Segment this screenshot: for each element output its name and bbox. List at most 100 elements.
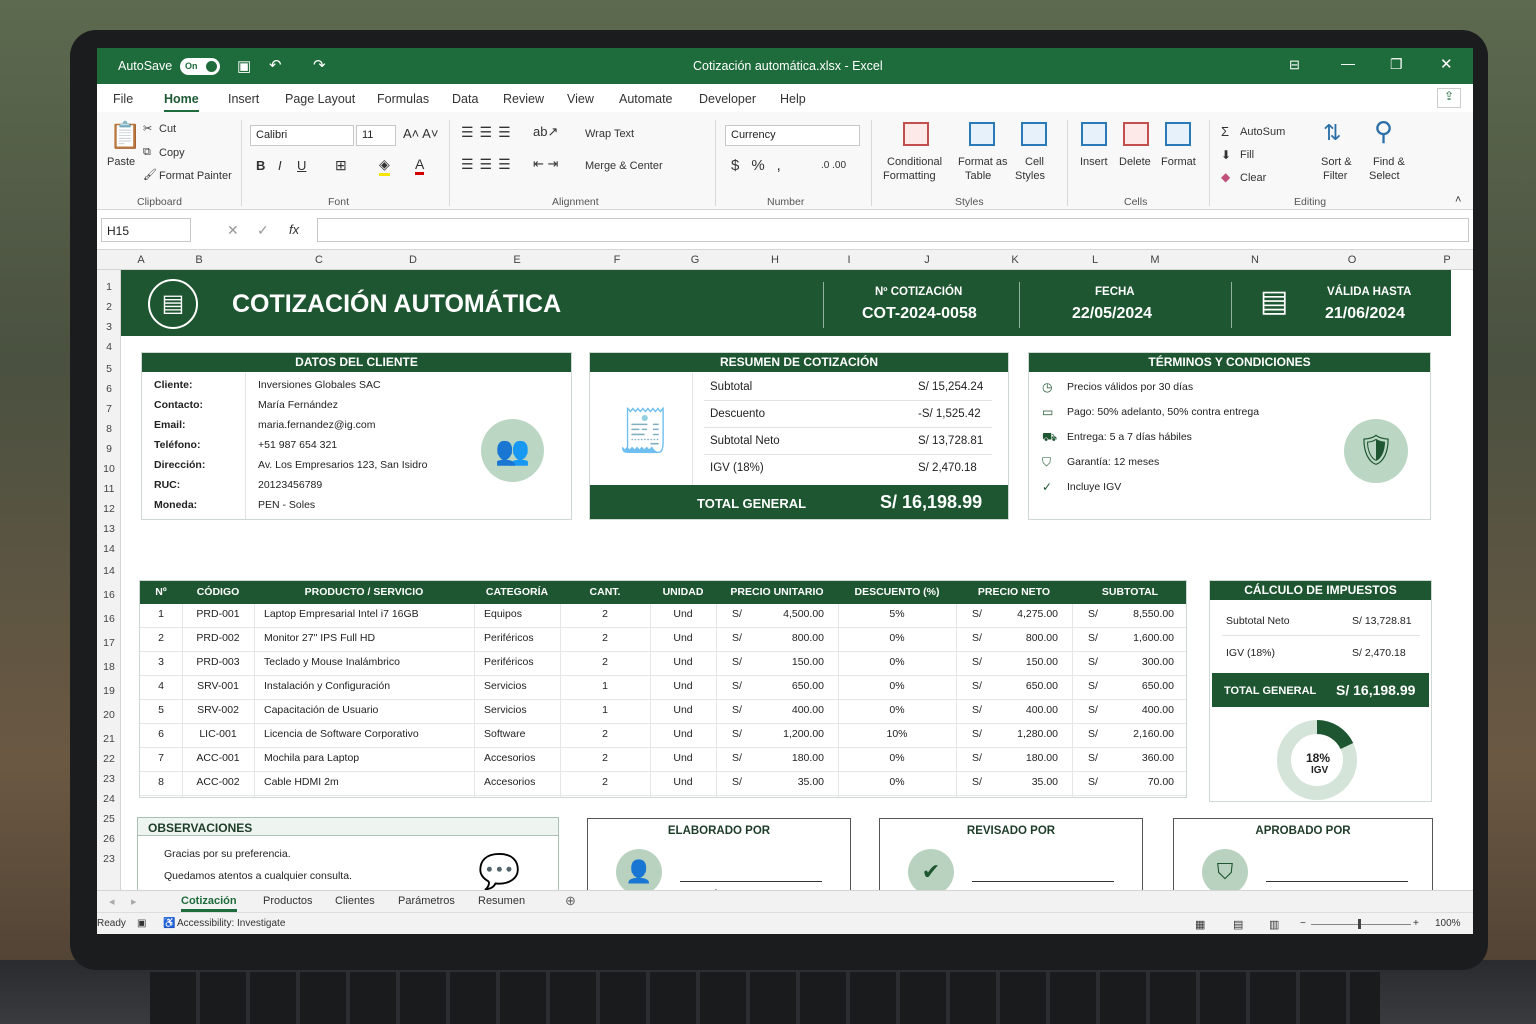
row-header[interactable]: 23 [97,853,121,865]
sort-filter-icon[interactable]: ⇅ [1323,120,1341,146]
row-header[interactable]: 13 [97,523,121,535]
align-top-icon[interactable]: ☰☰☰ [461,124,517,141]
row-header[interactable]: 19 [97,685,121,697]
tab-sheet-cotizacion[interactable]: Cotización [181,895,237,912]
zoom-in-icon[interactable]: + [1413,918,1419,929]
row-header[interactable]: 12 [97,503,121,515]
row-header[interactable]: 18 [97,661,121,673]
tab-sheet-resumen[interactable]: Resumen [478,895,525,907]
eraser-icon[interactable]: ◆ [1221,170,1230,184]
zoom-slider-thumb[interactable] [1358,919,1361,929]
accessibility-icon[interactable]: ♿ [163,918,175,929]
tab-formulas[interactable]: Formulas [377,92,429,106]
page-layout-icon[interactable]: ▤ [1233,918,1243,931]
add-sheet-icon[interactable]: ⊕ [565,893,576,909]
page-break-icon[interactable]: ▥ [1269,918,1279,931]
fill-icon[interactable]: ⬇ [1221,148,1231,162]
insert-function-icon[interactable]: fx [289,222,299,237]
sort-filter-button[interactable]: Sort & [1321,156,1352,168]
conditional-formatting-icon[interactable] [903,122,929,146]
name-box[interactable]: H15 [101,218,191,242]
row-header[interactable]: 17 [97,637,121,649]
row-header[interactable]: 21 [97,733,121,745]
wrap-text-button[interactable]: Wrap Text [585,128,634,140]
table-row[interactable]: 2 PRD-002 Monitor 27" IPS Full HD Periféric… [140,628,1186,652]
tab-sheet-productos[interactable]: Productos [263,895,313,907]
column-header[interactable]: D [403,254,423,266]
tab-automate[interactable]: Automate [619,92,673,106]
font-color-icon[interactable]: A [415,156,425,175]
accessibility-status[interactable]: Accessibility: Investigate [177,918,285,929]
table-row[interactable]: 6 LIC-001 Licencia de Software Corporativo… [140,724,1186,748]
merge-center-button[interactable]: Merge & Center [585,160,663,172]
tab-home[interactable]: Home [164,92,199,113]
table-row[interactable]: 8 ACC-002 Cable HDMI 2m Accesorios 2 Und 35.00… [140,772,1186,796]
row-header[interactable]: 26 [97,833,121,845]
prev-sheet-icon[interactable]: ◂ [109,895,115,908]
format-cells-icon[interactable] [1165,122,1191,146]
table-row[interactable]: 4 SRV-001 Instalación y Configuración Servi… [140,676,1186,700]
tab-data[interactable]: Data [452,92,478,106]
redo-icon[interactable]: ↷ [313,56,326,74]
minimize-icon[interactable]: — [1341,55,1355,71]
row-header[interactable]: 23 [97,773,121,785]
row-header[interactable]: 3 [97,321,121,333]
column-header[interactable]: H [765,254,785,266]
tab-view[interactable]: View [567,92,594,106]
column-header[interactable]: G [685,254,705,266]
orientation-icon[interactable]: ab↗ [533,124,558,140]
cut-icon[interactable]: ✂ [143,122,152,135]
column-header[interactable]: E [507,254,527,266]
format-painter-icon[interactable]: 🖌 [143,168,157,181]
row-header[interactable]: 4 [97,341,121,353]
row-header[interactable]: 16 [97,589,121,601]
row-header[interactable]: 16 [97,613,121,625]
format-table-icon[interactable] [969,122,995,146]
row-header[interactable]: 1 [97,281,121,293]
formula-input[interactable] [317,218,1469,242]
zoom-slider[interactable] [1311,924,1411,925]
copy-button[interactable]: Copy [159,147,185,159]
tab-file[interactable]: File [113,92,133,106]
align-left-icon[interactable]: ☰☰☰ [461,156,517,173]
number-format-box[interactable]: Currency [725,125,860,146]
insert-cells-icon[interactable] [1081,122,1107,146]
column-header[interactable]: L [1085,254,1105,266]
font-size-box[interactable]: 11 [356,125,396,146]
tab-review[interactable]: Review [503,92,544,106]
ribbon-display-icon[interactable]: ⊟ [1289,57,1300,73]
fill-button[interactable]: Fill [1240,149,1254,161]
tab-developer[interactable]: Developer [699,92,756,106]
row-header[interactable]: 6 [97,383,121,395]
find-select-icon[interactable]: ⚲ [1374,116,1393,147]
delete-cells-button[interactable]: Delete [1119,156,1151,168]
cut-button[interactable]: Cut [159,123,176,135]
font-name-box[interactable]: Calibri [250,125,354,146]
share-icon[interactable]: ⇪ [1437,88,1461,108]
next-sheet-icon[interactable]: ▸ [131,895,137,908]
row-header[interactable]: 8 [97,423,121,435]
row-header[interactable]: 14 [97,565,121,577]
row-header[interactable]: 7 [97,403,121,415]
save-icon[interactable]: ▣ [237,57,251,75]
autosum-button[interactable]: AutoSum [1240,126,1285,138]
paste-icon[interactable]: 📋 [109,120,141,151]
row-header[interactable]: 2 [97,301,121,313]
autosum-icon[interactable]: Σ [1221,124,1229,139]
table-row[interactable]: 3 PRD-003 Teclado y Mouse Inalámbrico Perif… [140,652,1186,676]
underline-icon[interactable]: U [297,158,306,173]
close-icon[interactable]: ✕ [1440,55,1453,73]
normal-view-icon[interactable]: ▦ [1195,918,1205,931]
indent-icon[interactable]: ⇤ ⇥ [533,156,558,172]
macro-icon[interactable]: ▣ [137,918,146,929]
undo-icon[interactable]: ↶ [269,56,282,74]
format-painter-button[interactable]: Format Painter [159,170,232,182]
conditional-formatting-button[interactable]: Conditional [887,156,942,168]
format-table-button[interactable]: Format as [958,156,1008,168]
tab-insert[interactable]: Insert [228,92,259,106]
tab-sheet-clientes[interactable]: Clientes [335,895,375,907]
find-select-button[interactable]: Find & [1373,156,1405,168]
column-header[interactable]: K [1005,254,1025,266]
table-row[interactable]: 7 ACC-001 Mochila para Laptop Accesorios 2 Un… [140,748,1186,772]
cell-styles-icon[interactable] [1021,122,1047,146]
